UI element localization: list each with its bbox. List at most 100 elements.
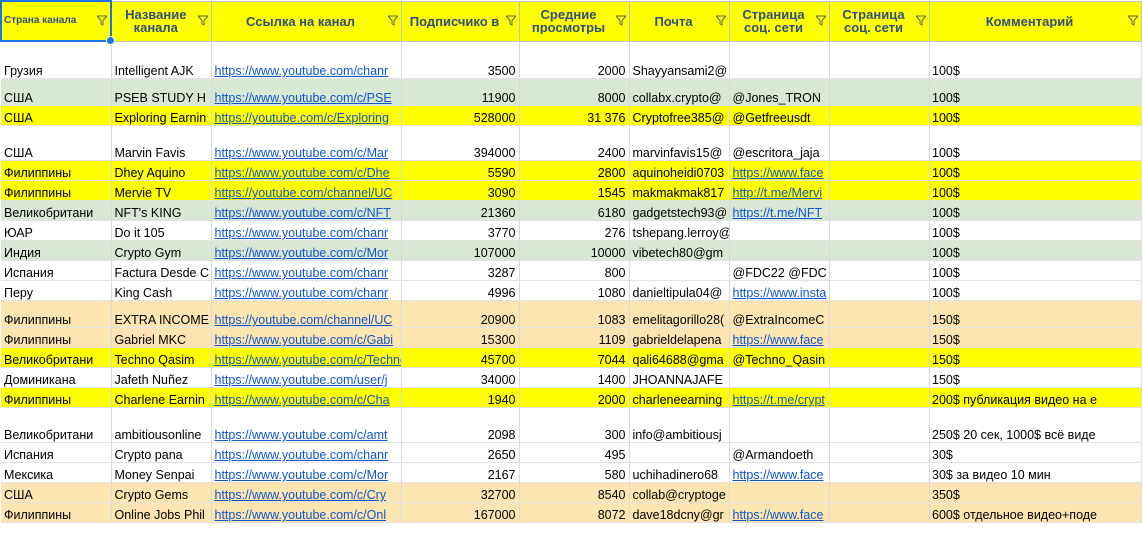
social-page-2-cell[interactable] xyxy=(829,200,930,221)
avg-views-cell[interactable]: 7044 xyxy=(519,347,630,368)
country-cell[interactable]: Филиппины xyxy=(1,327,112,348)
country-cell[interactable]: Доминикана xyxy=(1,367,112,388)
header-avg-views[interactable]: Средние просмотры xyxy=(518,0,630,42)
avg-views-cell[interactable]: 10000 xyxy=(519,240,630,261)
channel-link-cell[interactable]: https://www.youtube.com/chanr xyxy=(211,220,402,241)
channel-name-cell[interactable]: Gabriel MKC xyxy=(111,327,212,348)
filter-icon[interactable] xyxy=(915,14,926,26)
avg-views-cell[interactable]: 1545 xyxy=(519,180,630,201)
social-page-1-cell[interactable]: @escritora_jaja xyxy=(729,125,830,161)
social-page-2-cell[interactable] xyxy=(829,105,930,126)
email-cell[interactable]: info@ambitiousj xyxy=(629,407,730,443)
filter-icon[interactable] xyxy=(715,14,726,26)
comment-cell[interactable]: 350$ xyxy=(929,482,1142,503)
channel-name-cell[interactable]: Online Jobs Phil xyxy=(111,502,212,523)
social-page-1-cell[interactable]: https://www.face xyxy=(729,160,830,181)
subscribers-cell[interactable]: 21360 xyxy=(401,200,520,221)
filter-icon[interactable] xyxy=(615,14,626,26)
social-page-1-cell[interactable]: https://www.face xyxy=(729,462,830,483)
comment-cell[interactable]: 100$ xyxy=(929,105,1142,126)
subscribers-cell[interactable]: 15300 xyxy=(401,327,520,348)
social-page-1-cell[interactable] xyxy=(729,407,830,443)
email-cell[interactable]: collab@cryptoge xyxy=(629,482,730,503)
email-cell[interactable]: gabrieldelapena xyxy=(629,327,730,348)
comment-cell[interactable]: 100$ xyxy=(929,200,1142,221)
avg-views-cell[interactable]: 276 xyxy=(519,220,630,241)
social-page-1-cell[interactable] xyxy=(729,240,830,261)
subscribers-cell[interactable]: 32700 xyxy=(401,482,520,503)
country-cell[interactable]: Великобритани xyxy=(1,407,112,443)
social-page-2-cell[interactable] xyxy=(829,347,930,368)
channel-link-cell[interactable]: https://www.youtube.com/c/Dhe xyxy=(211,160,402,181)
channel-link-cell[interactable]: https://www.youtube.com/c/NFT xyxy=(211,200,402,221)
filter-icon[interactable] xyxy=(387,14,398,26)
country-cell[interactable]: Испания xyxy=(1,442,112,463)
channel-link-cell[interactable]: https://www.youtube.com/user/j xyxy=(211,367,402,388)
channel-link-cell[interactable]: https://www.youtube.com/c/Mor xyxy=(211,462,402,483)
avg-views-cell[interactable]: 495 xyxy=(519,442,630,463)
social-page-2-cell[interactable] xyxy=(829,482,930,503)
subscribers-cell[interactable]: 167000 xyxy=(401,502,520,523)
avg-views-cell[interactable]: 1400 xyxy=(519,367,630,388)
country-cell[interactable]: Великобритани xyxy=(1,200,112,221)
channel-name-cell[interactable]: King Cash xyxy=(111,280,212,301)
channel-link-cell[interactable]: https://youtube.com/c/Exploring xyxy=(211,105,402,126)
avg-views-cell[interactable]: 8072 xyxy=(519,502,630,523)
channel-name-cell[interactable]: ambitiousonline xyxy=(111,407,212,443)
email-cell[interactable]: Shayyansami2@ xyxy=(629,41,730,79)
channel-link-cell[interactable]: https://www.youtube.com/c/Cry xyxy=(211,482,402,503)
country-cell[interactable]: Индия xyxy=(1,240,112,261)
comment-cell[interactable]: 100$ xyxy=(929,220,1142,241)
subscribers-cell[interactable]: 5590 xyxy=(401,160,520,181)
comment-cell[interactable]: 250$ 20 сек, 1000$ всё виде xyxy=(929,407,1142,443)
email-cell[interactable]: tshepang.lerroy@ xyxy=(629,220,730,241)
channel-name-cell[interactable]: Marvin Favis xyxy=(111,125,212,161)
social-page-1-cell[interactable]: @ExtraIncomeC xyxy=(729,300,830,328)
channel-name-cell[interactable]: Dhey Aquino xyxy=(111,160,212,181)
subscribers-cell[interactable]: 4996 xyxy=(401,280,520,301)
social-page-2-cell[interactable] xyxy=(829,327,930,348)
channel-link-cell[interactable]: https://www.youtube.com/c/Mor xyxy=(211,240,402,261)
social-page-2-cell[interactable] xyxy=(829,41,930,79)
comment-cell[interactable]: 150$ xyxy=(929,347,1142,368)
avg-views-cell[interactable]: 2000 xyxy=(519,387,630,408)
channel-name-cell[interactable]: Charlene Earnin xyxy=(111,387,212,408)
social-page-2-cell[interactable] xyxy=(829,442,930,463)
email-cell[interactable]: charleneearning xyxy=(629,387,730,408)
channel-link-cell[interactable]: https://www.youtube.com/c/amt xyxy=(211,407,402,443)
channel-name-cell[interactable]: NFT's KING xyxy=(111,200,212,221)
social-page-2-cell[interactable] xyxy=(829,180,930,201)
social-page-1-cell[interactable]: @FDC22 @FDC xyxy=(729,260,830,281)
country-cell[interactable]: Филиппины xyxy=(1,300,112,328)
social-page-1-cell[interactable]: https://www.insta xyxy=(729,280,830,301)
comment-cell[interactable]: 150$ xyxy=(929,300,1142,328)
filter-icon[interactable] xyxy=(1127,14,1138,26)
email-cell[interactable]: vibetech80@gm xyxy=(629,240,730,261)
country-cell[interactable]: Великобритани xyxy=(1,347,112,368)
social-page-2-cell[interactable] xyxy=(829,78,930,106)
country-cell[interactable]: ЮАР xyxy=(1,220,112,241)
comment-cell[interactable]: 100$ xyxy=(929,78,1142,106)
channel-name-cell[interactable]: Crypto Gems xyxy=(111,482,212,503)
filter-icon[interactable] xyxy=(97,14,107,26)
email-cell[interactable]: danieltipula04@ xyxy=(629,280,730,301)
email-cell[interactable]: marvinfavis15@ xyxy=(629,125,730,161)
selection-fill-handle[interactable] xyxy=(106,36,115,45)
channel-name-cell[interactable]: Exploring Earnin xyxy=(111,105,212,126)
social-page-2-cell[interactable] xyxy=(829,160,930,181)
email-cell[interactable]: emelitagorillo28( xyxy=(629,300,730,328)
channel-link-cell[interactable]: https://www.youtube.com/c/Mar xyxy=(211,125,402,161)
comment-cell[interactable]: 30$ xyxy=(929,442,1142,463)
channel-name-cell[interactable]: Crypto Gym xyxy=(111,240,212,261)
social-page-1-cell[interactable]: https://t.me/NFT xyxy=(729,200,830,221)
header-channel-name[interactable]: Название канала xyxy=(110,0,212,42)
comment-cell[interactable]: 100$ xyxy=(929,260,1142,281)
social-page-1-cell[interactable]: http://t.me/Mervi xyxy=(729,180,830,201)
email-cell[interactable]: makmakmak817 xyxy=(629,180,730,201)
channel-name-cell[interactable]: Jafeth Nuñez xyxy=(111,367,212,388)
avg-views-cell[interactable]: 6180 xyxy=(519,200,630,221)
channel-name-cell[interactable]: PSEB STUDY H xyxy=(111,78,212,106)
subscribers-cell[interactable]: 3770 xyxy=(401,220,520,241)
social-page-1-cell[interactable]: @Armandoeth xyxy=(729,442,830,463)
channel-name-cell[interactable]: Do it 105 xyxy=(111,220,212,241)
